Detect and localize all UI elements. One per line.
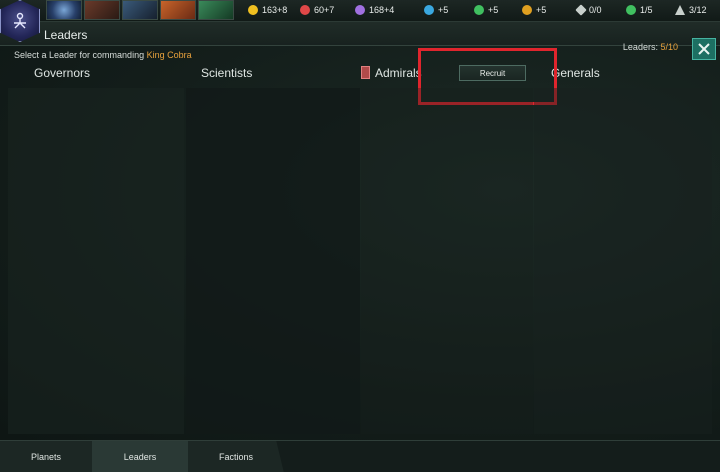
society-research-value: +5 bbox=[488, 5, 499, 15]
unity-value: 0/0 bbox=[589, 5, 602, 15]
society-research-resource[interactable]: +5 bbox=[474, 2, 498, 18]
engineering-research-value: +5 bbox=[536, 5, 547, 15]
fleet-capacity-value: 3/12 bbox=[689, 5, 707, 15]
empire-symbol-icon bbox=[14, 12, 26, 29]
fleet-icon bbox=[675, 5, 685, 15]
physics-research-value: +5 bbox=[438, 5, 449, 15]
minerals-resource[interactable]: 60+7 bbox=[300, 2, 334, 18]
close-icon bbox=[698, 43, 710, 55]
energy-icon bbox=[248, 5, 258, 15]
physics-research-icon bbox=[424, 5, 434, 15]
leaders-count-value: 5/10 bbox=[660, 42, 678, 52]
window-title: Leaders bbox=[44, 28, 88, 42]
scientists-list bbox=[186, 88, 360, 434]
planets-resource[interactable]: 1/5 bbox=[626, 2, 653, 18]
influence-resource[interactable]: 168+4 bbox=[355, 2, 394, 18]
subtitle-text: Select a Leader for commanding bbox=[14, 50, 145, 60]
engineering-research-icon bbox=[522, 5, 532, 15]
minerals-value: 60+7 bbox=[314, 5, 335, 15]
column-header-governors: Governors bbox=[34, 66, 91, 80]
admiral-icon bbox=[361, 66, 370, 79]
leaders-count: Leaders: 5/10 bbox=[623, 42, 678, 52]
tab-factions[interactable]: Factions bbox=[188, 441, 284, 472]
planet-icon bbox=[626, 5, 636, 15]
top-resource-bar: 163+8 60+7 168+4 +5 +5 +5 0/0 1/5 3/12 bbox=[0, 0, 720, 22]
leaders-window: Leaders Select a Leader for commanding K… bbox=[0, 22, 720, 440]
leader-selection-subtitle: Select a Leader for commanding King Cobr… bbox=[14, 50, 192, 60]
governors-list bbox=[8, 88, 184, 434]
situation-log-tab[interactable] bbox=[160, 0, 196, 20]
contacts-tab[interactable] bbox=[84, 0, 120, 20]
ships-tab[interactable] bbox=[122, 0, 158, 20]
close-button[interactable] bbox=[692, 38, 716, 60]
unity-resource[interactable]: 0/0 bbox=[575, 2, 602, 18]
bottom-tab-bar: Planets Leaders Factions bbox=[0, 440, 720, 472]
society-research-icon bbox=[474, 5, 484, 15]
tab-planets[interactable]: Planets bbox=[0, 441, 92, 472]
technology-tab[interactable] bbox=[198, 0, 234, 20]
fleet-capacity-resource[interactable]: 3/12 bbox=[675, 2, 707, 18]
engineering-research-resource[interactable]: +5 bbox=[522, 2, 546, 18]
generals-list bbox=[534, 88, 712, 434]
planets-value: 1/5 bbox=[640, 5, 653, 15]
galaxy-map-tab[interactable] bbox=[46, 0, 82, 20]
column-header-scientists: Scientists bbox=[201, 66, 253, 80]
leaders-count-label: Leaders: bbox=[622, 42, 658, 52]
minerals-icon bbox=[300, 5, 310, 15]
unity-icon bbox=[575, 4, 587, 16]
influence-icon bbox=[355, 5, 365, 15]
physics-research-resource[interactable]: +5 bbox=[424, 2, 448, 18]
window-header: Leaders bbox=[0, 22, 720, 46]
fleet-name: King Cobra bbox=[146, 50, 192, 60]
column-header-admirals: Admirals bbox=[375, 66, 422, 80]
tab-leaders[interactable]: Leaders bbox=[92, 441, 188, 472]
column-header-generals: Generals bbox=[551, 66, 600, 80]
recruit-button[interactable]: Recruit bbox=[459, 65, 526, 81]
energy-value: 163+8 bbox=[262, 5, 288, 15]
influence-value: 168+4 bbox=[369, 5, 395, 15]
admirals-list bbox=[361, 88, 533, 434]
energy-resource[interactable]: 163+8 bbox=[248, 2, 287, 18]
